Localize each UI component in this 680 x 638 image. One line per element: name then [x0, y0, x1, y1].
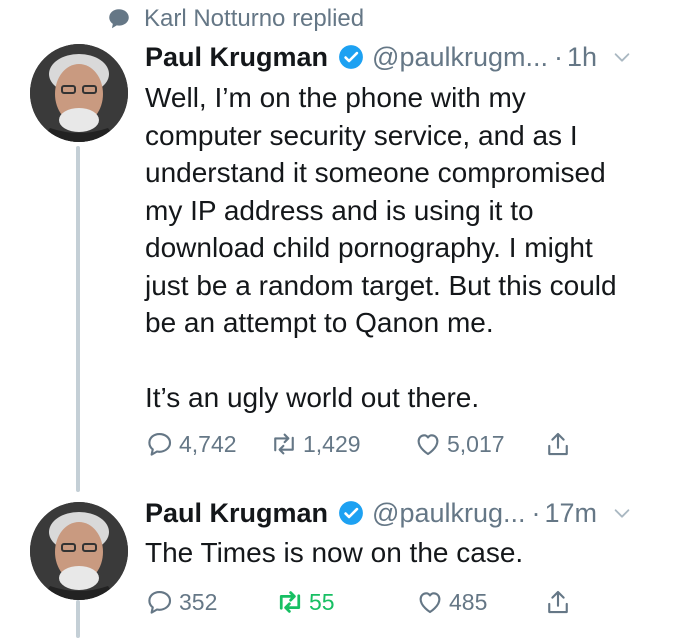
separator-dot: · — [531, 497, 541, 528]
tweet-time[interactable]: 17m — [545, 498, 598, 529]
social-context: Karl Notturno replied — [106, 4, 364, 34]
tweet-header: Paul Krugman @paulkrug... · 17m — [145, 494, 633, 532]
author-handle[interactable]: @paulkrugm... — [372, 42, 548, 73]
retweet-count: 55 — [309, 588, 335, 615]
reply-button[interactable]: 4,742 — [145, 426, 237, 462]
author-handle[interactable]: @paulkrug... — [372, 498, 525, 529]
retweet-button[interactable]: 55 — [275, 584, 335, 620]
share-button[interactable] — [543, 584, 577, 620]
avatar-portrait — [30, 44, 128, 142]
reply-count: 4,742 — [179, 430, 237, 457]
reply-count: 352 — [179, 588, 218, 615]
thread-line — [76, 600, 80, 638]
chevron-down-icon[interactable] — [611, 46, 633, 68]
like-button[interactable]: 5,017 — [413, 426, 505, 462]
speech-bubble-icon — [109, 9, 129, 29]
avatar-portrait — [30, 502, 128, 600]
tweet-actions: 4,742 1,429 5,017 — [145, 426, 585, 462]
tweet-text: The Times is now on the case. — [145, 537, 524, 568]
like-count: 485 — [449, 588, 488, 615]
chevron-down-icon[interactable] — [611, 502, 633, 524]
author-name[interactable]: Paul Krugman — [145, 498, 328, 529]
like-button[interactable]: 485 — [415, 584, 487, 620]
reply-icon — [148, 432, 172, 456]
retweet-count: 1,429 — [303, 430, 361, 457]
tweet-actions: 352 55 485 — [145, 584, 585, 620]
retweet-icon — [279, 591, 301, 613]
author-name[interactable]: Paul Krugman — [145, 42, 328, 73]
heart-icon — [419, 592, 441, 614]
verified-badge-icon — [339, 501, 363, 525]
tweet-text: Well, I’m on the phone with my computer … — [145, 82, 617, 413]
reply-button[interactable]: 352 — [145, 584, 217, 620]
social-context-label: Karl Notturno replied — [144, 5, 365, 32]
thread-line — [76, 146, 80, 492]
retweet-icon — [274, 433, 294, 455]
separator-dot: · — [554, 41, 564, 72]
share-button[interactable] — [543, 426, 577, 462]
share-icon — [548, 590, 568, 614]
tweet-time[interactable]: 1h — [567, 42, 597, 73]
avatar[interactable] — [30, 502, 128, 600]
reply-icon — [148, 590, 172, 614]
retweet-button[interactable]: 1,429 — [269, 426, 361, 462]
share-icon — [548, 432, 568, 456]
tweet-header: Paul Krugman @paulkrugm... · 1h — [145, 38, 633, 76]
verified-badge-icon — [339, 45, 363, 69]
like-count: 5,017 — [447, 430, 505, 457]
heart-icon — [417, 434, 439, 456]
avatar[interactable] — [30, 44, 128, 142]
